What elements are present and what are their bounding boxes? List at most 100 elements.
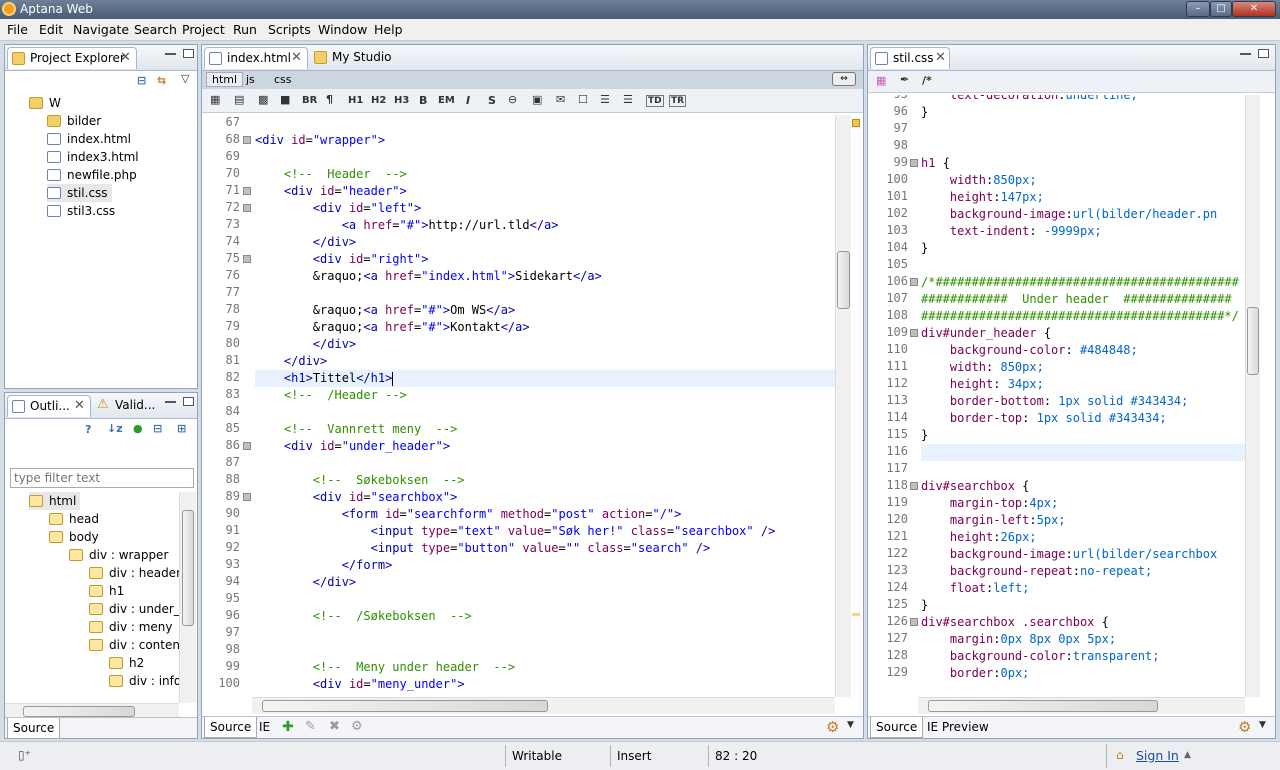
code-line[interactable]: border-bottom: 1px solid #343434; — [921, 393, 1245, 410]
chevron-up-icon[interactable]: ▲ — [1184, 750, 1191, 760]
comment-toggle-icon[interactable]: /* — [922, 74, 932, 87]
close-tab-icon[interactable]: ✕ — [120, 48, 131, 68]
subtab-css[interactable]: css — [274, 73, 292, 86]
code-line[interactable] — [255, 591, 835, 608]
code-line[interactable]: <!-- Header --> — [255, 166, 835, 183]
code-line[interactable]: } — [921, 240, 1245, 257]
tr-button[interactable]: TR — [669, 95, 687, 107]
html-code-area[interactable]: 67 68 <div id="wrapper"> 69 70 <!-- Header -… — [202, 115, 835, 697]
ie-tab[interactable]: IE — [254, 717, 275, 737]
code-line[interactable] — [255, 149, 835, 166]
code-line[interactable]: height:147px; — [921, 189, 1245, 206]
outline-node[interactable]: body — [49, 528, 99, 546]
maximize-panel-icon[interactable] — [183, 397, 194, 406]
minimize-panel-icon[interactable] — [1240, 53, 1251, 55]
code-line[interactable]: background-repeat:no-repeat; — [921, 563, 1245, 580]
minimize-button[interactable]: – — [1186, 1, 1210, 17]
fold-toggle-icon[interactable] — [243, 204, 251, 212]
strike-button[interactable]: S — [488, 94, 496, 107]
tab-index-html[interactable]: index.html ✕ — [204, 47, 308, 69]
scroll-thumb[interactable] — [837, 251, 850, 309]
edit-icon[interactable]: ✎ — [305, 719, 316, 734]
menu-project[interactable]: Project — [182, 22, 225, 37]
outline-filter-input[interactable] — [10, 468, 194, 488]
code-line[interactable]: background-color: #484848; — [921, 342, 1245, 359]
menu-navigate[interactable]: Navigate — [73, 22, 129, 37]
maximize-panel-icon[interactable] — [1258, 49, 1269, 58]
chevron-down-icon[interactable]: ▼ — [847, 720, 854, 730]
scroll-thumb[interactable] — [23, 706, 135, 717]
fold-toggle-icon[interactable] — [243, 136, 251, 144]
outline-node[interactable]: head — [49, 510, 99, 528]
code-line[interactable]: <!-- Søkeboksen --> — [255, 472, 835, 489]
td-button[interactable]: TD — [646, 95, 664, 107]
outline-node[interactable]: div : wrapper — [69, 546, 168, 564]
code-line[interactable] — [921, 121, 1245, 138]
code-line[interactable]: text-decoration:underline; — [921, 95, 1245, 104]
tree-item-stil-css[interactable]: stil.css — [47, 184, 112, 202]
editor-vscrollbar[interactable] — [835, 115, 851, 697]
css-vscrollbar[interactable] — [1245, 95, 1260, 697]
code-line[interactable]: margin-top:4px; — [921, 495, 1245, 512]
css-hscrollbar[interactable] — [918, 697, 1245, 714]
outline-node[interactable]: div : header — [89, 564, 179, 582]
sort-az-icon[interactable]: ↓z — [107, 422, 123, 435]
fold-toggle-icon[interactable] — [243, 187, 251, 195]
h2-button[interactable]: H2 — [371, 95, 386, 106]
code-line[interactable]: </div> — [255, 353, 835, 370]
code-line[interactable]: height: 34px; — [921, 376, 1245, 393]
code-line[interactable]: <!-- /Header --> — [255, 387, 835, 404]
maximize-button[interactable]: □ — [1210, 1, 1232, 17]
code-line[interactable]: border-top: 1px solid #343434; — [921, 410, 1245, 427]
maximize-panel-icon[interactable] — [183, 49, 194, 58]
outline-node[interactable]: div : under_h — [89, 600, 179, 618]
code-line[interactable] — [921, 461, 1245, 478]
fold-toggle-icon[interactable] — [910, 329, 918, 337]
fast-view-icon[interactable]: ▯⁺ — [18, 748, 31, 762]
code-line[interactable]: <a href="#">http://url.tld</a> — [255, 217, 835, 234]
sign-in-link[interactable]: Sign In — [1136, 748, 1179, 763]
code-line[interactable] — [255, 285, 835, 302]
collapse-all-icon[interactable]: ⊟ — [153, 422, 162, 435]
code-line[interactable] — [255, 455, 835, 472]
code-line[interactable]: div#searchbox .searchbox { — [921, 614, 1245, 631]
list-icon[interactable]: ☐ — [578, 93, 588, 106]
menu-edit[interactable]: Edit — [39, 22, 63, 37]
code-line[interactable]: <input type="button" value="" class="sea… — [255, 540, 835, 557]
code-line[interactable]: border:0px; — [921, 665, 1245, 682]
code-line[interactable]: </div> — [255, 234, 835, 251]
code-line[interactable]: background-image:url(bilder/searchbox — [921, 546, 1245, 563]
br-button[interactable]: BR — [302, 95, 317, 106]
email-icon[interactable]: ✉ — [556, 93, 565, 106]
code-line[interactable]: <div id="meny_under"> — [255, 676, 835, 693]
code-line[interactable]: ############ Under header ##############… — [921, 291, 1245, 308]
scroll-thumb[interactable] — [928, 700, 1158, 712]
code-line[interactable]: &raquo;<a href="index.html">Sidekart</a> — [255, 268, 835, 285]
menu-file[interactable]: File — [7, 22, 28, 37]
css-source-tab[interactable]: Source — [870, 717, 924, 738]
code-line[interactable]: h1 { — [921, 155, 1245, 172]
expand-all-icon[interactable]: ⊞ — [177, 422, 186, 435]
code-line[interactable]: width:850px; — [921, 172, 1245, 189]
close-tab-icon[interactable]: ✕ — [291, 48, 302, 68]
collapse-all-icon[interactable]: ⊟ — [137, 74, 146, 87]
code-line[interactable]: } — [921, 597, 1245, 614]
tree-item-newfile-php[interactable]: newfile.php — [47, 166, 137, 184]
code-line[interactable]: </div> — [255, 336, 835, 353]
image-icon[interactable]: ▣ — [532, 93, 542, 106]
code-line[interactable] — [921, 257, 1245, 274]
outline-node[interactable]: div : content — [89, 636, 179, 654]
fold-toggle-icon[interactable] — [910, 482, 918, 490]
code-line[interactable]: background-image:url(bilder/header.pn — [921, 206, 1245, 223]
menu-help[interactable]: Help — [374, 22, 403, 37]
code-line[interactable] — [921, 444, 1245, 461]
ie-preview-tab[interactable]: IE Preview — [922, 717, 994, 737]
menu-window[interactable]: Window — [318, 22, 367, 37]
fold-toggle-icon[interactable] — [243, 493, 251, 501]
code-line[interactable]: <!-- Vannrett meny --> — [255, 421, 835, 438]
tree-item-index-html[interactable]: index.html — [47, 130, 131, 148]
close-tab-icon[interactable]: ✕ — [935, 48, 946, 68]
chevron-down-icon[interactable]: ▼ — [1259, 720, 1266, 730]
code-line[interactable]: <h1>Tittel</h1> — [255, 370, 835, 387]
ordered-list-icon[interactable]: ☰ — [600, 93, 610, 106]
